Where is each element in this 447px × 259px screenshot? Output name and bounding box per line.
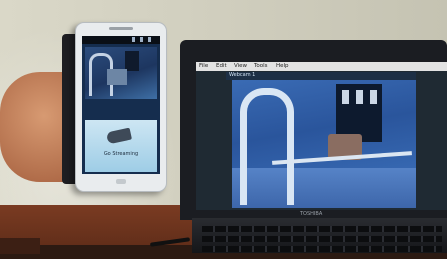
phone-speaker xyxy=(109,27,133,30)
laptop-screen: File Edit View Tools Help Webcam 1 xyxy=(196,62,447,210)
streaming-tile-label: Go Streaming xyxy=(103,151,139,157)
app-menubar: File Edit View Tools Help xyxy=(196,62,447,71)
streaming-tile[interactable]: Go Streaming xyxy=(85,120,157,172)
keyboard-row xyxy=(202,246,442,252)
smartphone: Go Streaming xyxy=(75,22,167,192)
feed-arch xyxy=(240,88,294,205)
laptop-brand-logo: TOSHIBA xyxy=(300,211,323,217)
battery-icon xyxy=(148,37,151,42)
power-adapter xyxy=(0,238,40,254)
video-window-titlebar[interactable]: Webcam 1 xyxy=(226,72,416,80)
menu-view[interactable]: View xyxy=(234,63,247,69)
video-window-title: Webcam 1 xyxy=(229,72,256,78)
feed-window xyxy=(342,90,349,104)
feed-window xyxy=(356,90,363,104)
wifi-icon xyxy=(132,37,135,42)
camera-icon xyxy=(106,127,132,145)
signal-icon xyxy=(140,37,143,42)
feed-window xyxy=(370,90,377,104)
preview-object xyxy=(107,69,127,85)
menu-edit[interactable]: Edit xyxy=(216,63,227,69)
phone-home-button[interactable] xyxy=(116,179,126,184)
phone-status-bar xyxy=(82,36,160,44)
keyboard-row xyxy=(202,226,442,232)
preview-door xyxy=(125,51,139,71)
menu-tools[interactable]: Tools xyxy=(254,63,268,69)
menu-file[interactable]: File xyxy=(199,63,208,69)
keyboard-row xyxy=(202,236,442,242)
phone-camera-preview[interactable] xyxy=(85,47,157,99)
phone-screen: Go Streaming xyxy=(82,36,160,174)
menu-help[interactable]: Help xyxy=(276,63,289,69)
camera-feed-view[interactable] xyxy=(232,80,416,208)
